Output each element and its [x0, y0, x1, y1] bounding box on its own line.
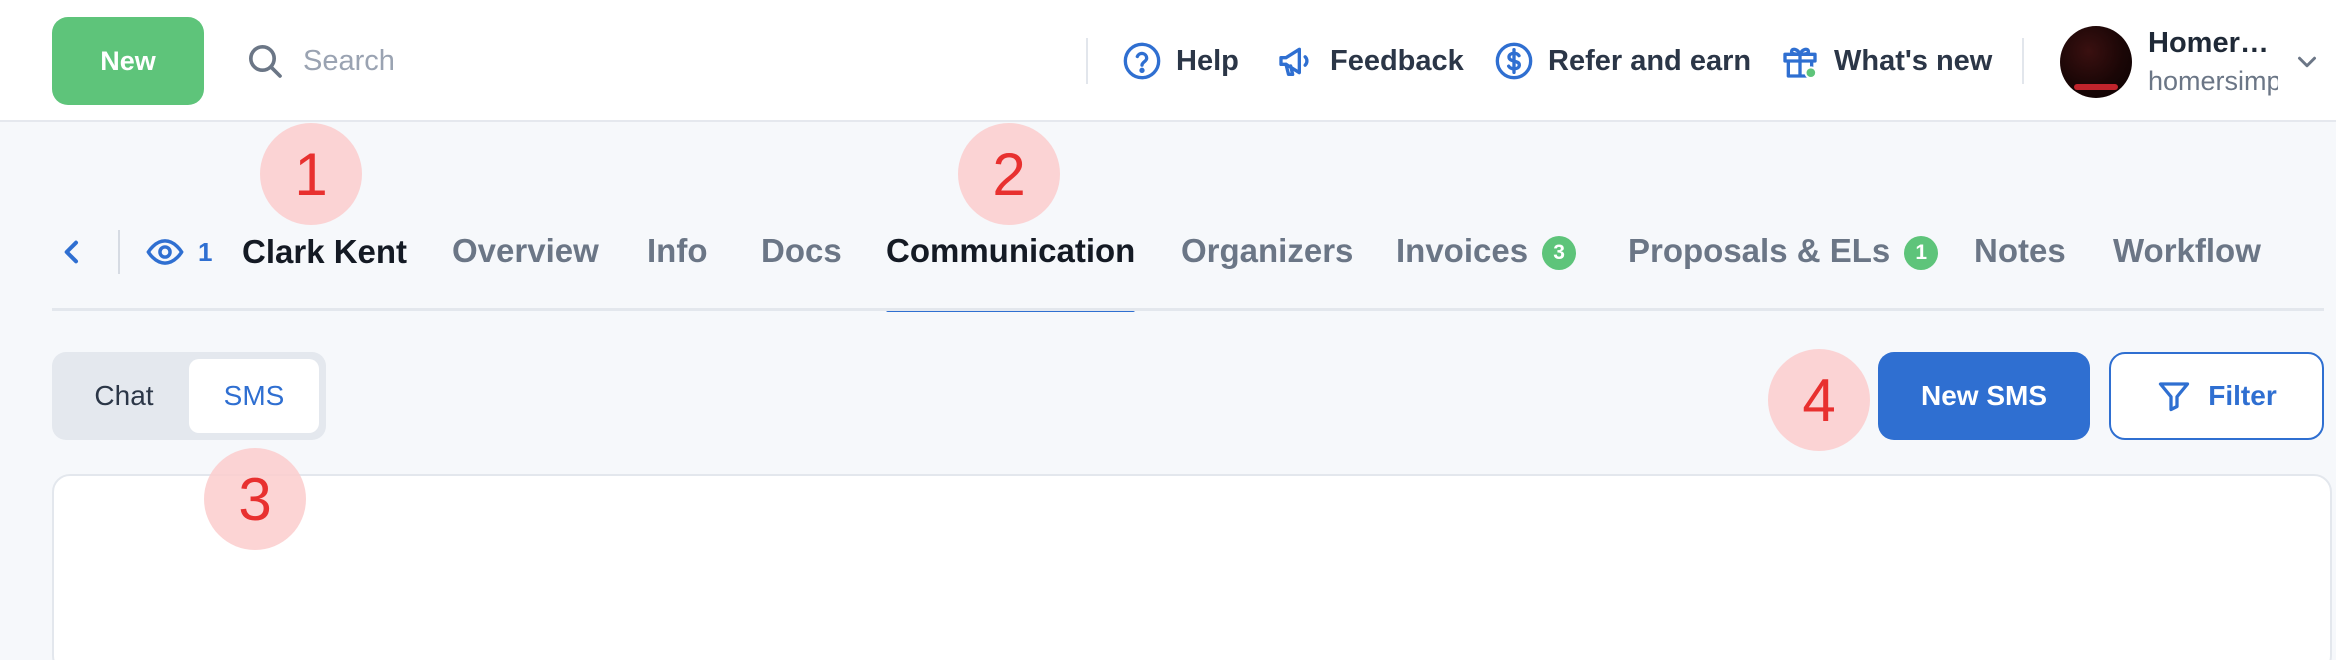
- top-bar: New Help Feedback Refer and earn: [0, 0, 2336, 122]
- user-menu[interactable]: Homer… homersimp: [2060, 20, 2336, 104]
- tab-label: Invoices: [1396, 232, 1529, 269]
- tab-label: Info: [647, 232, 708, 269]
- tab-organizers[interactable]: Organizers: [1181, 222, 1353, 310]
- dollar-icon: [1495, 42, 1533, 80]
- tabs-underline: [52, 308, 2324, 311]
- divider: [1086, 38, 1088, 84]
- tab-invoices[interactable]: Invoices 3: [1396, 222, 1577, 310]
- filter-button[interactable]: Filter: [2109, 352, 2324, 440]
- chevron-left-icon[interactable]: [56, 236, 88, 268]
- tab-label: Proposals & ELs: [1628, 232, 1891, 269]
- help-link[interactable]: Help: [1122, 30, 1239, 92]
- tab-label: Communication: [886, 232, 1136, 269]
- search-bar[interactable]: [245, 30, 805, 92]
- eye-icon: [146, 239, 184, 265]
- new-sms-button[interactable]: New SMS: [1878, 352, 2090, 440]
- tab-label: Notes: [1974, 232, 2066, 269]
- refer-label: Refer and earn: [1548, 44, 1752, 77]
- count-badge: 3: [1542, 236, 1577, 270]
- tab-workflow[interactable]: Workflow: [2113, 222, 2261, 310]
- chat-sms-toggle: Chat SMS: [52, 352, 326, 440]
- feedback-link[interactable]: Feedback: [1276, 30, 1464, 92]
- avatar: [2060, 26, 2132, 98]
- new-button[interactable]: New: [52, 17, 204, 105]
- filter-label: Filter: [2208, 380, 2277, 411]
- user-email: homersimp: [2148, 66, 2278, 96]
- tab-label: Overview: [452, 232, 599, 269]
- refer-and-earn-link[interactable]: Refer and earn: [1494, 30, 1751, 92]
- viewers-count: 1: [198, 236, 213, 267]
- tab-docs[interactable]: Docs: [761, 222, 842, 310]
- help-label: Help: [1176, 44, 1239, 77]
- count-badge: 1: [1904, 236, 1939, 270]
- chevron-down-icon: [2298, 56, 2316, 68]
- tab-proposals-els[interactable]: Proposals & ELs 1: [1628, 222, 1939, 310]
- tab-overview[interactable]: Overview: [452, 222, 599, 310]
- divider: [118, 230, 120, 274]
- tab-label: Workflow: [2113, 232, 2261, 269]
- whats-new-label: What's new: [1834, 44, 1993, 77]
- gift-icon: [1783, 47, 1818, 80]
- tab-label: Organizers: [1181, 232, 1354, 269]
- annotation-marker-3: 3: [204, 448, 306, 550]
- annotation-marker-1: 1: [260, 123, 362, 225]
- tab-notes[interactable]: Notes: [1974, 222, 2066, 310]
- megaphone-icon: [1279, 47, 1309, 77]
- divider: [2022, 38, 2024, 84]
- tab-info[interactable]: Info: [647, 222, 707, 310]
- annotation-marker-4: 4: [1768, 349, 1870, 451]
- whats-new-link[interactable]: What's new: [1780, 30, 1992, 92]
- help-icon: [1123, 42, 1161, 80]
- filter-icon: [2159, 382, 2190, 412]
- viewers-indicator[interactable]: 1: [146, 230, 212, 274]
- search-icon: [249, 45, 282, 78]
- tab-communication[interactable]: Communication: [886, 222, 1136, 312]
- search-input[interactable]: [303, 44, 703, 78]
- feedback-label: Feedback: [1330, 44, 1464, 77]
- chat-toggle-button[interactable]: Chat: [59, 359, 189, 433]
- sms-toggle-button[interactable]: SMS: [189, 359, 319, 433]
- client-name: Clark Kent: [242, 233, 408, 270]
- annotation-marker-2: 2: [958, 123, 1060, 225]
- user-name: Homer…: [2148, 27, 2269, 59]
- messages-panel: [52, 474, 2332, 660]
- tab-label: Docs: [761, 232, 842, 269]
